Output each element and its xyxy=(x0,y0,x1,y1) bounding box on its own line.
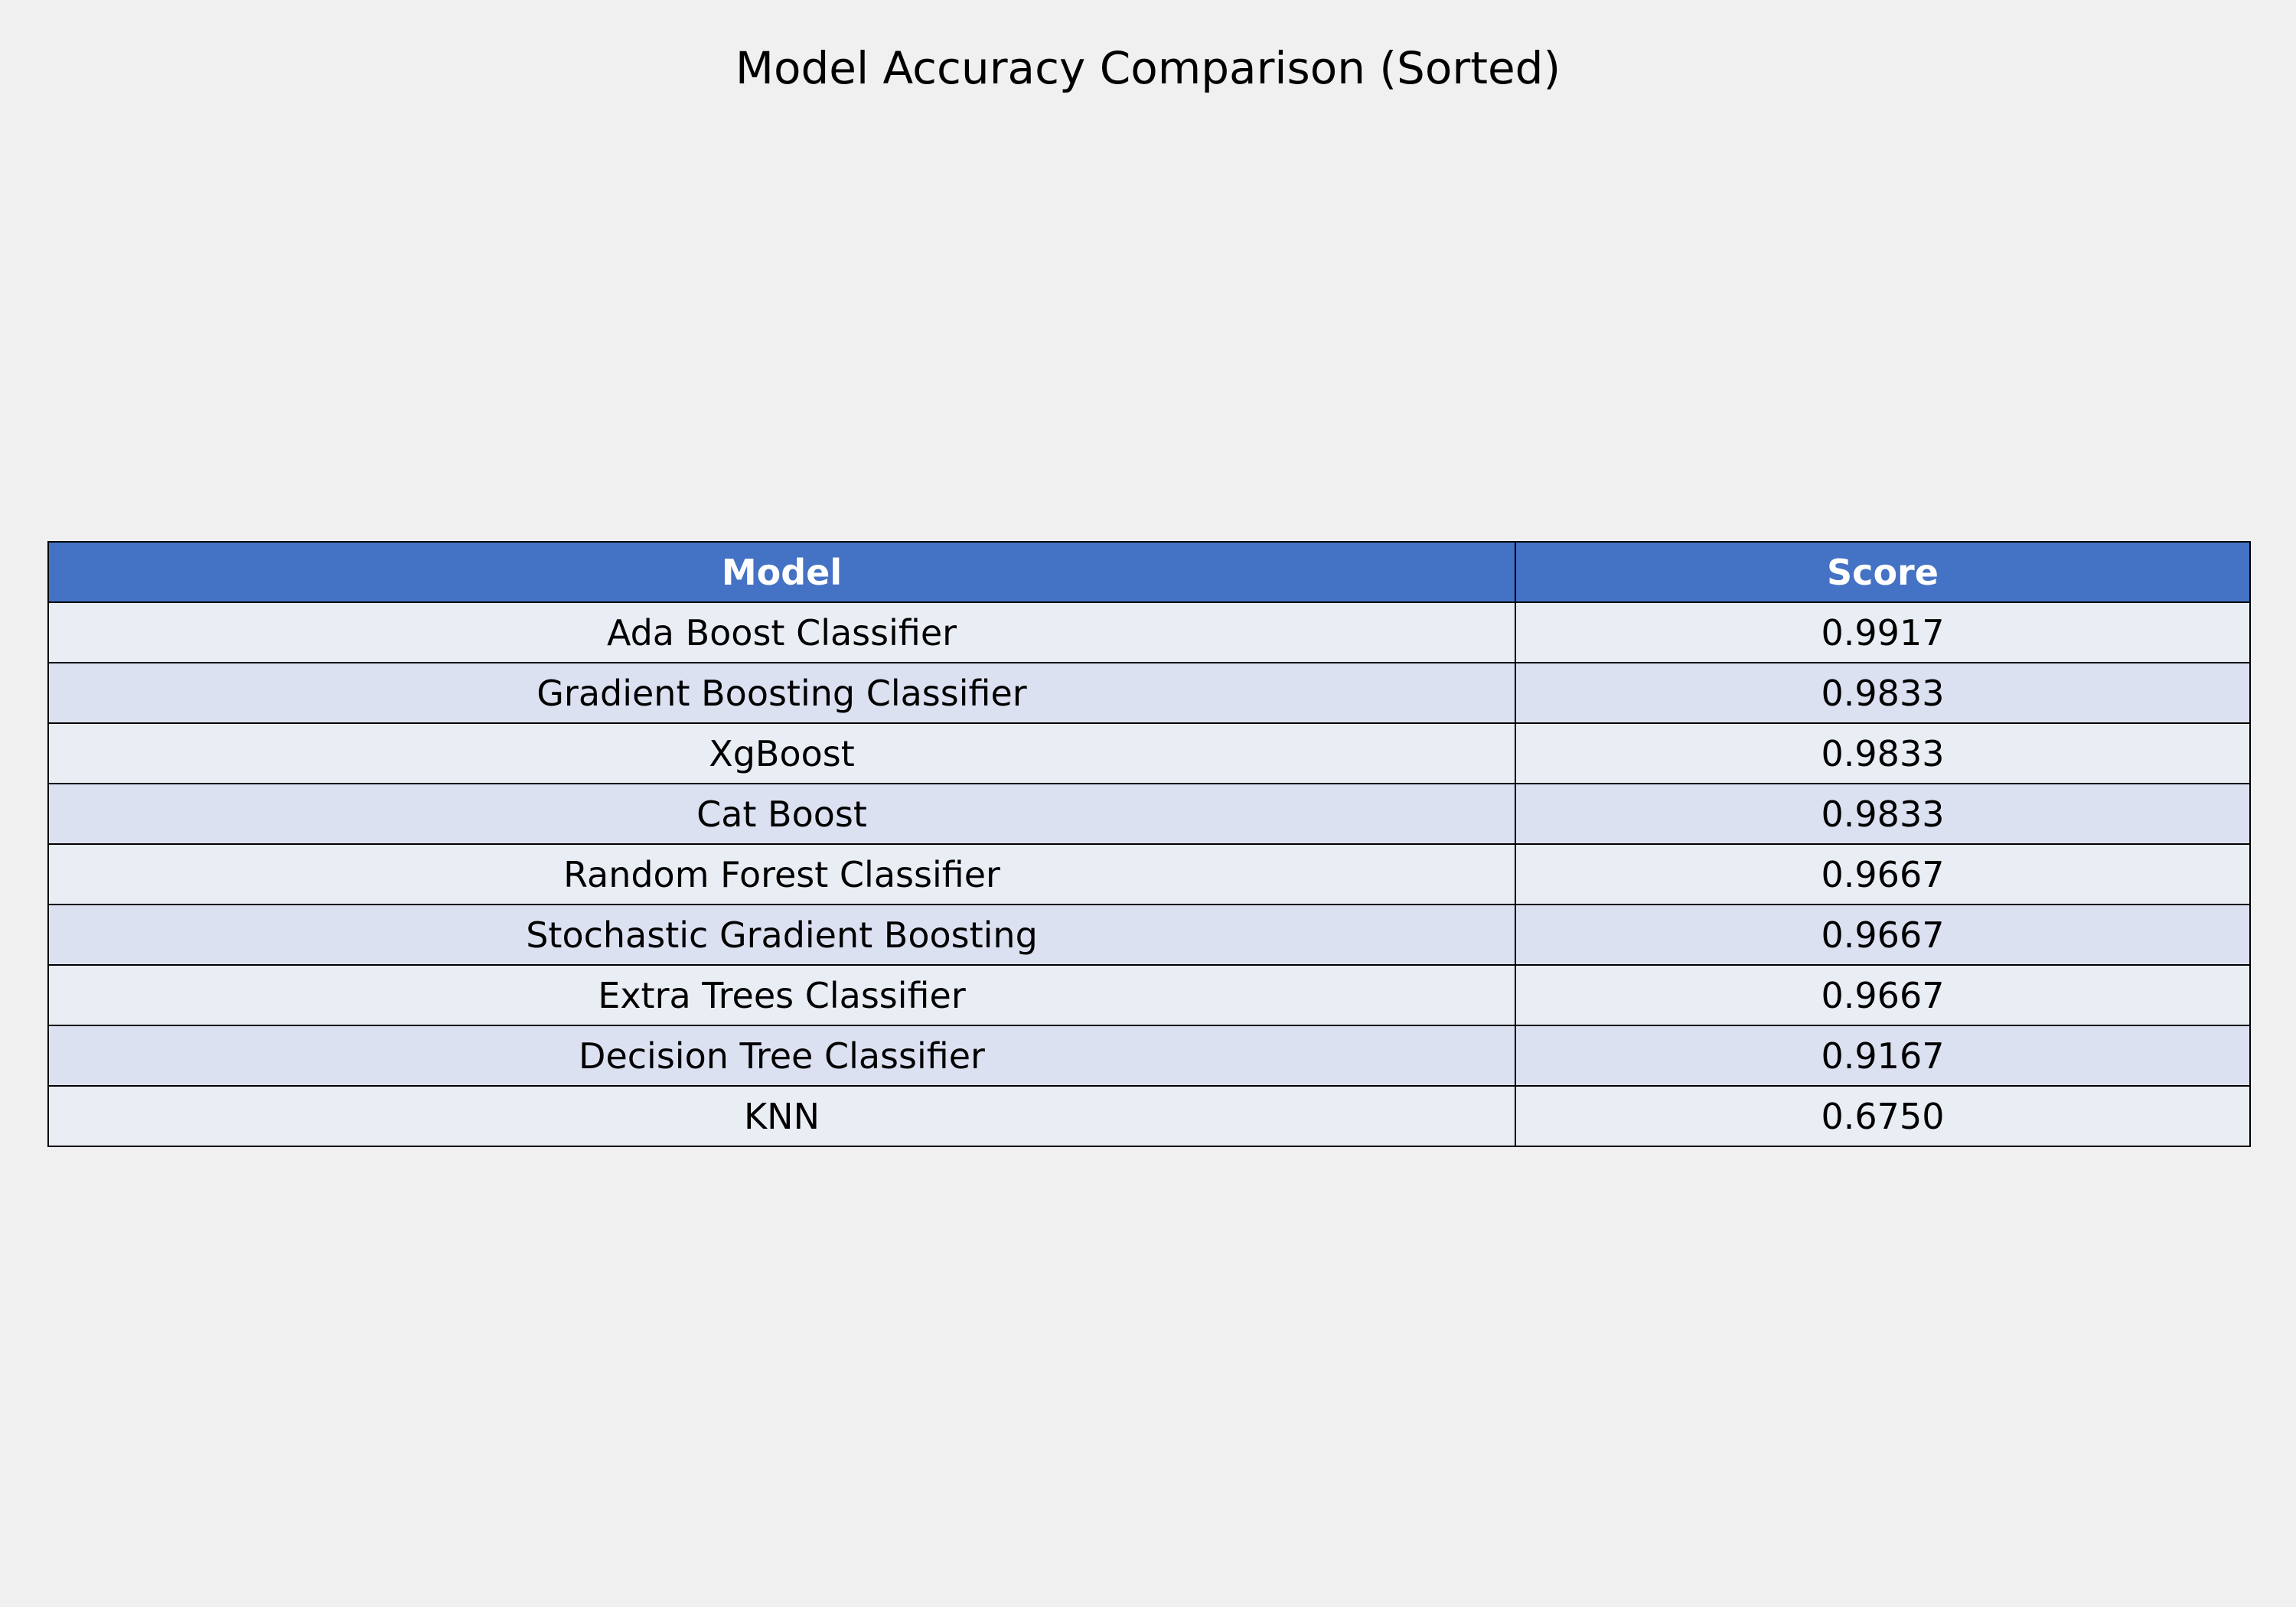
score-cell: 0.9917 xyxy=(1515,601,2251,663)
model-name-cell: Stochastic Gradient Boosting xyxy=(47,904,1516,966)
score-cell: 0.9667 xyxy=(1515,964,2251,1026)
score-cell: 0.6750 xyxy=(1515,1085,2251,1147)
model-name-cell: Decision Tree Classifier xyxy=(47,1025,1516,1087)
table-row: Decision Tree Classifier 0.9167 xyxy=(47,1025,2251,1087)
table-header-row: Model Score xyxy=(47,541,2251,603)
chart-title: Model Accuracy Comparison (Sorted) xyxy=(735,42,1561,94)
table-row: Gradient Boosting Classifier 0.9833 xyxy=(47,662,2251,724)
table-row: XgBoost 0.9833 xyxy=(47,722,2251,784)
model-name-cell: Ada Boost Classifier xyxy=(47,601,1516,663)
column-header-model: Model xyxy=(47,541,1516,603)
column-header-score: Score xyxy=(1515,541,2251,603)
table-row: Random Forest Classifier 0.9667 xyxy=(47,843,2251,905)
table-row: Extra Trees Classifier 0.9667 xyxy=(47,964,2251,1026)
table-row: Stochastic Gradient Boosting 0.9667 xyxy=(47,904,2251,966)
model-score-table: Model Score Ada Boost Classifier 0.9917 Gra… xyxy=(47,541,2251,1147)
score-cell: 0.9667 xyxy=(1515,843,2251,905)
model-name-cell: Extra Trees Classifier xyxy=(47,964,1516,1026)
table-row: Cat Boost 0.9833 xyxy=(47,783,2251,845)
model-name-cell: Random Forest Classifier xyxy=(47,843,1516,905)
model-name-cell: KNN xyxy=(47,1085,1516,1147)
table-body: Ada Boost Classifier 0.9917 Gradient Boost… xyxy=(47,601,2251,1147)
score-cell: 0.9833 xyxy=(1515,722,2251,784)
table-row: KNN 0.6750 xyxy=(47,1085,2251,1147)
model-name-cell: Gradient Boosting Classifier xyxy=(47,662,1516,724)
score-cell: 0.9667 xyxy=(1515,904,2251,966)
score-cell: 0.9833 xyxy=(1515,783,2251,845)
model-name-cell: Cat Boost xyxy=(47,783,1516,845)
model-name-cell: XgBoost xyxy=(47,722,1516,784)
table-row: Ada Boost Classifier 0.9917 xyxy=(47,601,2251,663)
score-cell: 0.9833 xyxy=(1515,662,2251,724)
score-cell: 0.9167 xyxy=(1515,1025,2251,1087)
